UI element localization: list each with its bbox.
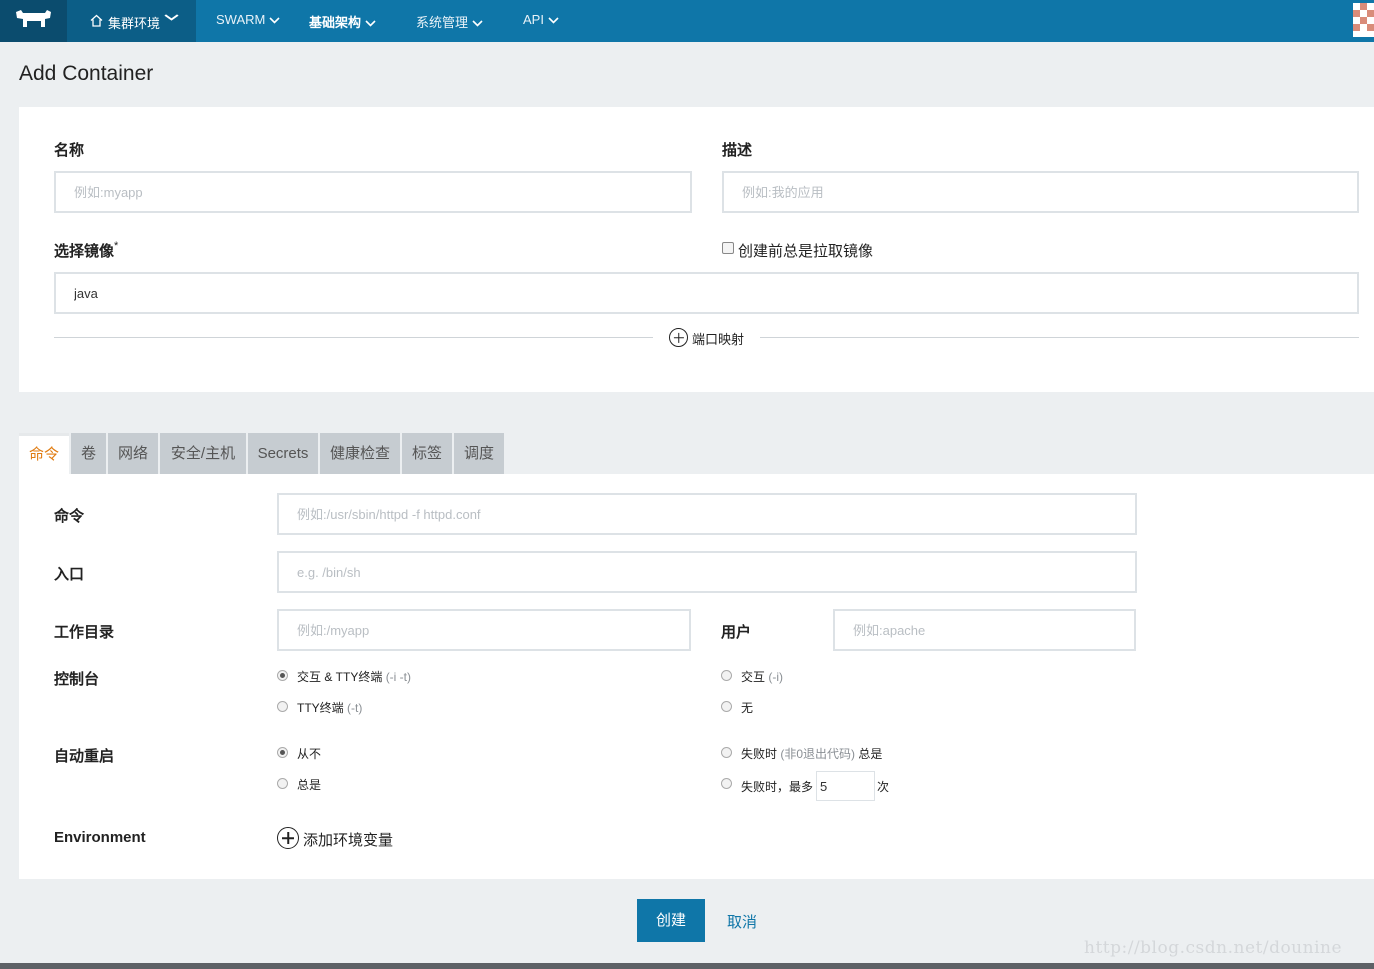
- nav-api[interactable]: API: [523, 12, 559, 27]
- console-label: 控制台: [54, 671, 100, 688]
- tab-network[interactable]: 网络: [108, 433, 158, 474]
- tab-command[interactable]: 命令: [19, 433, 69, 474]
- pull-image-label: 创建前总是拉取镜像: [738, 243, 874, 260]
- workdir-label: 工作目录: [54, 624, 115, 641]
- image-label: 选择镜像*: [54, 240, 119, 260]
- divider: [760, 337, 1359, 338]
- description-input[interactable]: [722, 171, 1359, 213]
- name-input[interactable]: [54, 171, 692, 213]
- add-port-icon[interactable]: [669, 328, 688, 347]
- console-none-radio[interactable]: [721, 701, 732, 712]
- restart-label: 自动重启: [54, 748, 115, 765]
- create-button[interactable]: 创建: [637, 899, 705, 942]
- image-input[interactable]: [54, 272, 1359, 314]
- tab-labels[interactable]: 标签: [402, 433, 452, 474]
- name-label: 名称: [54, 142, 85, 159]
- user-label: 用户: [721, 624, 752, 641]
- command-input[interactable]: [277, 493, 1137, 535]
- page-title: Add Container: [19, 62, 154, 85]
- tab-secrets[interactable]: Secrets: [248, 433, 318, 474]
- divider: [54, 337, 653, 338]
- nav-infrastructure[interactable]: 基础架构: [309, 12, 376, 31]
- description-label: 描述: [722, 142, 753, 159]
- tab-volumes[interactable]: 卷: [71, 433, 106, 474]
- add-env-icon[interactable]: [277, 827, 299, 849]
- console-none-label: 无: [741, 701, 754, 715]
- restart-always-label: 总是: [297, 778, 322, 792]
- pull-image-checkbox[interactable]: [722, 242, 734, 254]
- cancel-button[interactable]: 取消: [727, 911, 757, 932]
- restart-on-failure-label: 失败时 (非0退出代码) 总是: [741, 747, 883, 761]
- max-retries-input[interactable]: [816, 771, 875, 801]
- home-icon: [90, 14, 103, 30]
- tab-scheduling[interactable]: 调度: [454, 433, 504, 474]
- restart-always-radio[interactable]: [277, 778, 288, 789]
- console-it-radio[interactable]: [277, 670, 288, 681]
- user-avatar[interactable]: [1353, 3, 1374, 37]
- rancher-logo[interactable]: [0, 0, 67, 42]
- console-it-label: 交互 & TTY终端 (-i -t): [297, 670, 412, 684]
- console-i-label: 交互 (-i): [741, 670, 784, 684]
- entrypoint-label: 入口: [54, 566, 85, 583]
- entrypoint-input[interactable]: [277, 551, 1137, 593]
- required-marker: *: [114, 240, 119, 252]
- restart-max-retries-radio[interactable]: [721, 778, 732, 789]
- console-t-radio[interactable]: [277, 701, 288, 712]
- chevron-down-icon: [472, 20, 483, 27]
- chevron-down-icon: [548, 17, 559, 24]
- environment-label: Environment: [54, 829, 146, 846]
- tab-security-host[interactable]: 安全/主机: [160, 433, 246, 474]
- restart-never-radio[interactable]: [277, 747, 288, 758]
- user-input[interactable]: [833, 609, 1136, 651]
- restart-on-failure-radio[interactable]: [721, 747, 732, 758]
- times-suffix: 次: [877, 780, 890, 794]
- port-mapping-link[interactable]: 端口映射: [692, 329, 744, 348]
- bottom-strip: [0, 963, 1374, 969]
- basic-info-panel: [19, 107, 1374, 392]
- nav-admin[interactable]: 系统管理: [416, 12, 483, 31]
- command-label: 命令: [54, 508, 85, 525]
- tab-health-check[interactable]: 健康检查: [320, 433, 400, 474]
- chevron-down-icon: [269, 17, 280, 24]
- workdir-input[interactable]: [277, 609, 691, 651]
- chevron-down-icon: [164, 13, 179, 24]
- restart-never-label: 从不: [297, 747, 322, 761]
- add-env-link[interactable]: 添加环境变量: [303, 829, 393, 850]
- nav-swarm[interactable]: SWARM: [216, 12, 280, 27]
- cow-logo-icon: [16, 10, 51, 27]
- watermark: http://blog.csdn.net/dounine: [1084, 938, 1343, 958]
- restart-max-retries-label: 失败时，最多: [741, 780, 814, 794]
- env-label: 集群环境: [108, 16, 161, 31]
- top-nav: 集群环境 SWARM 基础架构 系统管理 API: [0, 0, 1374, 42]
- console-i-radio[interactable]: [721, 670, 732, 681]
- console-t-label: TTY终端 (-t): [297, 701, 363, 715]
- env-switcher[interactable]: 集群环境: [67, 0, 196, 42]
- chevron-down-icon: [365, 20, 376, 27]
